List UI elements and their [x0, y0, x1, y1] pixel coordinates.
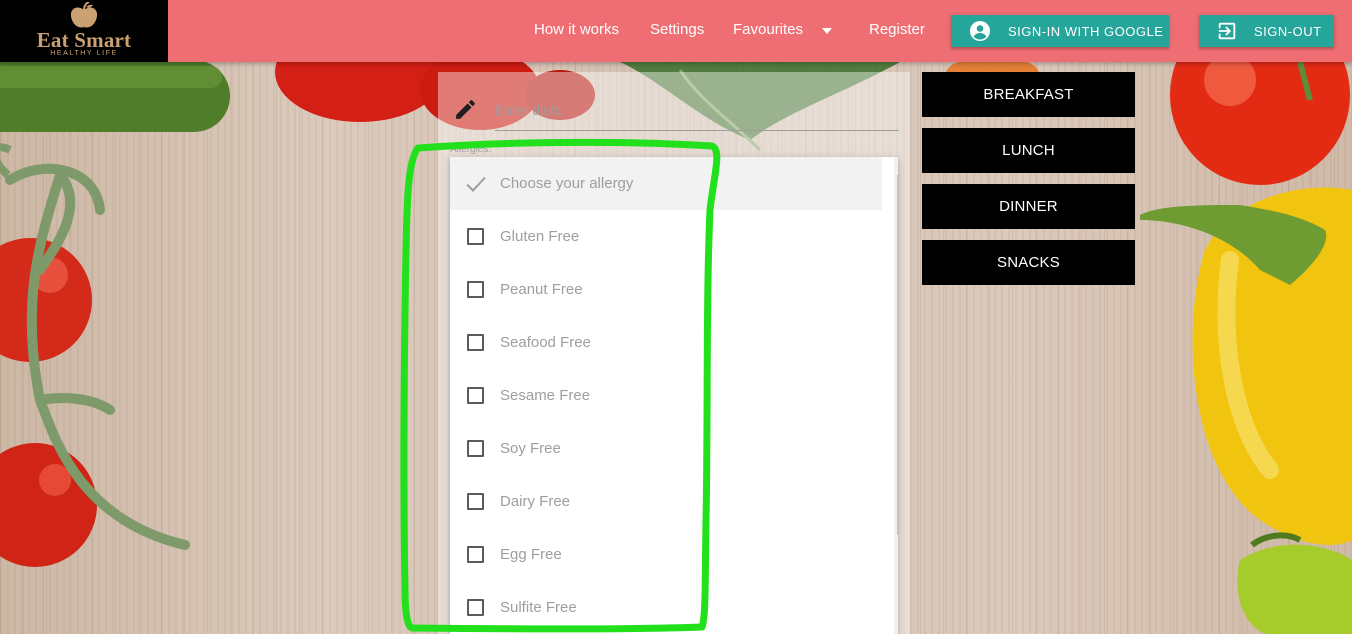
top-navbar: Eat Smart HEALTHY LIFE How it works Sett…: [0, 0, 1352, 62]
allergy-option-seafood-free[interactable]: Seafood Free: [450, 316, 882, 369]
allergy-option-soy-free[interactable]: Soy Free: [450, 422, 882, 475]
allergy-option-label: Seafood Free: [500, 334, 591, 351]
apple-icon: [70, 2, 98, 28]
allergy-option-gluten-free[interactable]: Gluten Free: [450, 210, 882, 263]
allergy-option-label: Gluten Free: [500, 228, 580, 245]
lunch-button[interactable]: LUNCH: [922, 128, 1135, 173]
allergy-prompt-label: Choose your allergy: [500, 175, 634, 192]
dish-search-input[interactable]: [495, 89, 899, 131]
sign-out-button[interactable]: SIGN-OUT: [1199, 15, 1334, 47]
allergy-option-sesame-free[interactable]: Sesame Free: [450, 369, 882, 422]
allergy-prompt-option[interactable]: Choose your allergy: [450, 157, 882, 210]
brand-logo[interactable]: Eat Smart HEALTHY LIFE: [0, 0, 168, 62]
cucumber-icon: [0, 60, 230, 132]
sign-in-google-label: SIGN-IN WITH GOOGLE: [1008, 23, 1164, 39]
allergy-option-sulfite-free[interactable]: Sulfite Free: [450, 581, 882, 634]
allergy-dropdown-list[interactable]: Choose your allergy Gluten Free Peanut F…: [450, 157, 898, 634]
allergy-option-label: Sesame Free: [500, 387, 591, 404]
sign-out-label: SIGN-OUT: [1254, 23, 1322, 39]
sign-in-google-button[interactable]: SIGN-IN WITH GOOGLE: [951, 15, 1169, 47]
checkbox[interactable]: [467, 599, 484, 616]
nav-link-register[interactable]: Register: [869, 21, 925, 38]
nav-link-how-it-works[interactable]: How it works: [534, 21, 619, 38]
account-circle-icon: [970, 21, 990, 41]
brand-tagline: HEALTHY LIFE: [50, 50, 118, 57]
yellow-pepper-icon: [1140, 187, 1352, 545]
tomato-vine-icon: [0, 143, 190, 567]
allergies-label: Allergies:: [450, 144, 492, 155]
checkbox[interactable]: [467, 281, 484, 298]
allergy-option-peanut-free[interactable]: Peanut Free: [450, 263, 882, 316]
checkbox[interactable]: [467, 546, 484, 563]
checkbox[interactable]: [467, 493, 484, 510]
search-card: Allergies: Choose your allergy Gluten Fr…: [438, 72, 910, 634]
dinner-button[interactable]: DINNER: [922, 184, 1135, 229]
checkmark-icon: [466, 176, 486, 192]
allergy-option-label: Sulfite Free: [500, 599, 577, 616]
pencil-icon: [456, 100, 475, 119]
checkbox[interactable]: [467, 228, 484, 245]
checkbox[interactable]: [467, 334, 484, 351]
allergy-option-label: Soy Free: [500, 440, 561, 457]
scroll-thumb[interactable]: [897, 175, 898, 535]
exit-to-app-icon: [1218, 22, 1236, 40]
nav-link-favourites[interactable]: Favourites: [733, 21, 803, 38]
allergy-option-label: Egg Free: [500, 546, 562, 563]
allergy-option-dairy-free[interactable]: Dairy Free: [450, 475, 882, 528]
dish-search-row: [438, 72, 910, 136]
allergy-option-egg-free[interactable]: Egg Free: [450, 528, 882, 581]
favourites-dropdown-caret-icon[interactable]: [822, 28, 832, 34]
checkbox[interactable]: [467, 440, 484, 457]
allergy-option-label: Peanut Free: [500, 281, 583, 298]
checkbox[interactable]: [467, 387, 484, 404]
dropdown-scrollbar[interactable]: [894, 157, 898, 634]
green-pepper-icon: [1237, 532, 1352, 634]
snacks-button[interactable]: SNACKS: [922, 240, 1135, 285]
nav-link-settings[interactable]: Settings: [650, 21, 704, 38]
allergy-option-label: Dairy Free: [500, 493, 571, 510]
breakfast-button[interactable]: BREAKFAST: [922, 72, 1135, 117]
